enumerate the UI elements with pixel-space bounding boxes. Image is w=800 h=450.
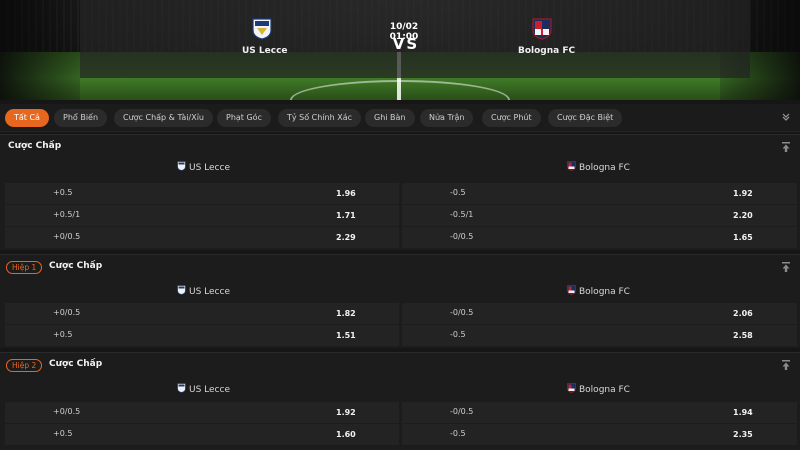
- away-odds-cell[interactable]: -0.5 2.35: [402, 424, 797, 445]
- home-price: 1.82: [336, 309, 356, 318]
- home-team-label: US Lecce: [189, 163, 230, 173]
- home-odds-cell[interactable]: +0/0.5 2.29: [5, 227, 399, 248]
- odds-row: +0.5 1.60 -0.5 2.35: [5, 424, 797, 445]
- tab-cuoc-phut[interactable]: Cược Phút: [482, 109, 541, 127]
- home-handicap-line: +0/0.5: [53, 308, 81, 317]
- away-odds-cell[interactable]: -0/0.5 2.06: [402, 303, 797, 324]
- away-price: 2.06: [733, 309, 753, 318]
- home-odds-cell[interactable]: +0/0.5 1.82: [5, 303, 399, 324]
- odds-row: +0/0.5 1.92 -0/0.5 1.94: [5, 402, 797, 423]
- home-handicap-line: +0.5/1: [53, 210, 81, 219]
- period-badge: Hiệp 1: [6, 261, 43, 274]
- home-odds-cell[interactable]: +0.5 1.96: [5, 183, 399, 204]
- away-odds-cell[interactable]: -0.5 1.92: [402, 183, 797, 204]
- tab-nua-tran[interactable]: Nửa Trận: [420, 109, 474, 127]
- tab-tat-ca[interactable]: Tất Cả: [5, 109, 49, 127]
- away-price: 2.35: [733, 430, 753, 439]
- odds-row: +0/0.5 1.82 -0/0.5 2.06: [5, 303, 797, 324]
- odds-row: +0/0.5 2.29 -0/0.5 1.65: [5, 227, 797, 248]
- lecce-crest-icon: [177, 161, 186, 171]
- match-card: US Lecce 10/02 01:00 VS Bologna FC: [80, 0, 750, 78]
- lecce-crest-icon: [177, 285, 186, 295]
- home-handicap-line: +0/0.5: [53, 232, 81, 241]
- tab-ghi-ban[interactable]: Ghi Bàn: [365, 109, 415, 127]
- away-odds-cell[interactable]: -0.5/1 2.20: [402, 205, 797, 226]
- bologna-crest-icon: [532, 18, 552, 40]
- away-handicap-line: -0/0.5: [450, 407, 474, 416]
- home-odds-cell[interactable]: +0.5 1.51: [5, 325, 399, 346]
- home-team-label: US Lecce: [189, 287, 230, 297]
- home-team-header: US Lecce: [177, 285, 230, 297]
- lecce-crest-icon: [252, 18, 272, 40]
- section-title: Cược Chấp: [49, 359, 103, 369]
- home-team-header: US Lecce: [177, 383, 230, 395]
- lecce-crest-icon: [177, 383, 186, 393]
- away-team-header: Bologna FC: [567, 285, 630, 297]
- away-price: 2.20: [733, 211, 753, 220]
- home-price: 2.29: [336, 233, 356, 242]
- home-odds-cell[interactable]: +0/0.5 1.92: [5, 402, 399, 423]
- away-handicap-line: -0.5: [450, 330, 466, 339]
- home-price: 1.96: [336, 189, 356, 198]
- section-title: Cược Chấp: [8, 141, 62, 151]
- header-shade-left: [0, 0, 80, 100]
- home-handicap-line: +0.5: [53, 330, 73, 339]
- home-handicap-line: +0.5: [53, 429, 73, 438]
- odds-row: +0.5/1 1.71 -0.5/1 2.20: [5, 205, 797, 226]
- home-price: 1.51: [336, 331, 356, 340]
- away-team-header: Bologna FC: [567, 161, 630, 173]
- tab-pho-bien[interactable]: Phổ Biến: [54, 109, 108, 127]
- pin-to-top-icon[interactable]: [780, 261, 792, 273]
- odds-row: +0.5 1.51 -0.5 2.58: [5, 325, 797, 346]
- bologna-crest-icon: [567, 383, 576, 393]
- home-price: 1.60: [336, 430, 356, 439]
- away-price: 1.65: [733, 233, 753, 242]
- away-team-label: Bologna FC: [579, 287, 630, 297]
- tab-phat-goc[interactable]: Phạt Góc: [217, 109, 271, 127]
- match-header: US Lecce 10/02 01:00 VS Bologna FC: [0, 0, 800, 100]
- away-handicap-line: -0/0.5: [450, 308, 474, 317]
- home-odds-cell[interactable]: +0.5 1.60: [5, 424, 399, 445]
- tab-cuoc-dac-biet[interactable]: Cược Đặc Biệt: [548, 109, 623, 127]
- pin-to-top-icon[interactable]: [780, 141, 792, 153]
- away-handicap-line: -0/0.5: [450, 232, 474, 241]
- away-odds-cell[interactable]: -0/0.5 1.94: [402, 402, 797, 423]
- tab-cuoc-chap-tai-xiu[interactable]: Cược Chấp & Tài/Xỉu: [114, 109, 213, 127]
- home-team-header: US Lecce: [177, 161, 230, 173]
- away-handicap-line: -0.5: [450, 188, 466, 197]
- bologna-crest-icon: [567, 161, 576, 171]
- away-team-label: Bologna FC: [579, 163, 630, 173]
- section-title: Cược Chấp: [49, 261, 103, 271]
- away-team-header: Bologna FC: [567, 383, 630, 395]
- away-handicap-line: -0.5: [450, 429, 466, 438]
- away-price: 1.92: [733, 189, 753, 198]
- section-handicap-full: Cược Chấp US Lecce Bologna FC +0.5 1.96 …: [0, 134, 800, 250]
- away-price: 2.58: [733, 331, 753, 340]
- home-price: 1.92: [336, 408, 356, 417]
- away-team-name: Bologna FC: [518, 46, 576, 56]
- vs-label: VS: [392, 35, 420, 53]
- pin-to-top-icon[interactable]: [780, 359, 792, 371]
- away-price: 1.94: [733, 408, 753, 417]
- tab-ty-so-chinh-xac[interactable]: Tỷ Số Chính Xác: [278, 109, 362, 127]
- home-team-name: US Lecce: [242, 46, 288, 56]
- market-tabs: Tất Cả Phổ Biến Cược Chấp & Tài/Xỉu Phạt…: [0, 104, 800, 132]
- double-chevron-down-icon[interactable]: [780, 112, 792, 124]
- away-team-label: Bologna FC: [579, 385, 630, 395]
- away-handicap-line: -0.5/1: [450, 210, 474, 219]
- home-handicap-line: +0.5: [53, 188, 73, 197]
- period-badge: Hiệp 2: [6, 359, 43, 372]
- home-price: 1.71: [336, 211, 356, 220]
- section-handicap-first-half: Hiệp 1 Cược Chấp US Lecce Bologna FC +0/…: [0, 254, 800, 348]
- home-odds-cell[interactable]: +0.5/1 1.71: [5, 205, 399, 226]
- odds-row: +0.5 1.96 -0.5 1.92: [5, 183, 797, 204]
- away-odds-cell[interactable]: -0/0.5 1.65: [402, 227, 797, 248]
- away-odds-cell[interactable]: -0.5 2.58: [402, 325, 797, 346]
- home-handicap-line: +0/0.5: [53, 407, 81, 416]
- bologna-crest-icon: [567, 285, 576, 295]
- home-team-label: US Lecce: [189, 385, 230, 395]
- section-handicap-second-half: Hiệp 2 Cược Chấp US Lecce Bologna FC +0/…: [0, 352, 800, 450]
